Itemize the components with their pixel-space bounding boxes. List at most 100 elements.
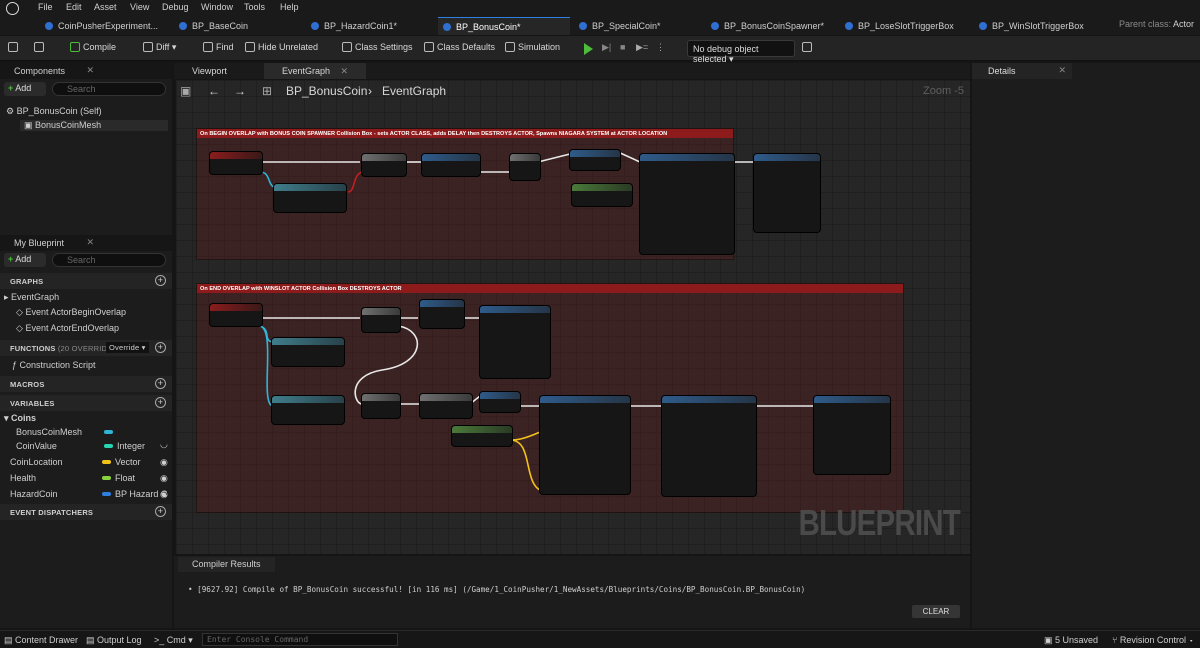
- node-delay[interactable]: [510, 154, 540, 180]
- variable-category-coins[interactable]: ▾ Coins: [4, 413, 36, 424]
- tab-compiler-results[interactable]: Compiler Results: [178, 557, 275, 572]
- node-print-string[interactable]: [480, 306, 550, 378]
- variable-health[interactable]: Health: [10, 473, 36, 483]
- console-command-input[interactable]: Enter Console Command: [202, 633, 398, 646]
- variable-bonuscoinmesh[interactable]: BonusCoinMesh: [16, 427, 82, 437]
- output-log-button[interactable]: ▤ Output Log: [86, 635, 142, 646]
- compile-button[interactable]: Compile: [70, 42, 116, 52]
- content-drawer-button[interactable]: ▤ Content Drawer: [4, 635, 78, 646]
- simulation-button[interactable]: Simulation: [505, 42, 560, 52]
- tab-bp-specialcoin[interactable]: BP_SpecialCoin*: [574, 17, 667, 35]
- graphs-section[interactable]: GRAPHS +: [0, 273, 172, 289]
- components-search-input[interactable]: Search: [52, 82, 166, 96]
- node-event-actor-end-overlap[interactable]: [210, 304, 262, 326]
- close-icon[interactable]: ✕: [1058, 65, 1066, 76]
- menu-file[interactable]: File: [38, 2, 53, 12]
- unreal-logo-icon[interactable]: [6, 2, 19, 15]
- close-icon[interactable]: ✕: [341, 66, 349, 76]
- revision-control-button[interactable]: ⑂ Revision Control ▾: [1112, 635, 1194, 645]
- add-dispatcher-icon[interactable]: +: [155, 506, 166, 517]
- node-cast[interactable]: [272, 396, 344, 424]
- event-dispatchers-section[interactable]: EVENT DISPATCHERS +: [0, 504, 172, 520]
- browse-icon[interactable]: [34, 42, 47, 52]
- tab-coinpusher-experiment[interactable]: CoinPusherExperiment...: [40, 17, 164, 35]
- unsaved-indicator[interactable]: ▣ 5 Unsaved: [1044, 635, 1098, 646]
- cmd-button[interactable]: >_ Cmd ▾: [154, 635, 193, 646]
- override-dropdown[interactable]: Override ▾: [106, 342, 149, 353]
- node-print-string[interactable]: [814, 396, 890, 474]
- tab-bp-bonuscoin[interactable]: BP_BonusCoin*: [438, 17, 570, 35]
- debug-object-select[interactable]: No debug object selected ▾: [687, 40, 795, 64]
- component-self[interactable]: ⚙ BP_BonusCoin (Self): [6, 106, 102, 117]
- step-icon[interactable]: ▶|: [602, 42, 611, 53]
- node-get-actor-location[interactable]: [572, 184, 632, 206]
- debug-filter-icon[interactable]: [802, 42, 815, 52]
- event-actor-end-overlap[interactable]: ◇ Event ActorEndOverlap: [16, 323, 119, 334]
- tab-bp-winslottriggerbox[interactable]: BP_WinSlotTriggerBox: [974, 17, 1090, 35]
- node-destroy-actor[interactable]: [480, 392, 520, 412]
- tab-bp-loseslottriggerbox[interactable]: BP_LoseSlotTriggerBox: [840, 17, 960, 35]
- tab-viewport[interactable]: Viewport: [174, 63, 245, 79]
- menu-edit[interactable]: Edit: [66, 2, 82, 12]
- parent-class-value[interactable]: Actor: [1173, 19, 1194, 29]
- find-button[interactable]: Find: [203, 42, 234, 52]
- tab-bp-hazardcoin1[interactable]: BP_HazardCoin1*: [306, 17, 403, 35]
- menu-window[interactable]: Window: [201, 2, 233, 12]
- eye-icon[interactable]: ◉: [160, 473, 168, 484]
- node-spawn-system-at-location[interactable]: [662, 396, 756, 496]
- add-variable-icon[interactable]: +: [155, 397, 166, 408]
- function-construction-script[interactable]: ƒ Construction Script: [12, 360, 96, 370]
- add-function-icon[interactable]: +: [155, 342, 166, 353]
- stop-icon[interactable]: ■: [620, 42, 625, 52]
- node-branch[interactable]: [362, 154, 406, 176]
- node-delay[interactable]: [420, 394, 472, 418]
- functions-section[interactable]: FUNCTIONS (20 OVERRIDABLE) Override ▾ +: [0, 340, 172, 356]
- my-blueprint-panel-header[interactable]: My Blueprint ✕: [0, 235, 172, 251]
- node-spawn-emitter-at-location[interactable]: [540, 396, 630, 494]
- menu-debug[interactable]: Debug: [162, 2, 189, 12]
- diff-button[interactable]: Diff ▾: [143, 42, 176, 53]
- node-cast[interactable]: [274, 184, 346, 212]
- save-icon[interactable]: [8, 42, 21, 52]
- variable-coinvalue[interactable]: CoinValue: [16, 441, 57, 451]
- node-spawn-system-at-location[interactable]: [640, 154, 734, 254]
- node-destroy-actor[interactable]: [420, 300, 464, 328]
- close-icon[interactable]: ✕: [86, 65, 94, 76]
- class-defaults-button[interactable]: Class Defaults: [424, 42, 495, 52]
- node-print-string[interactable]: [754, 154, 820, 232]
- menu-tools[interactable]: Tools: [244, 2, 265, 12]
- variables-section[interactable]: VARIABLES +: [0, 395, 172, 411]
- variable-coinlocation[interactable]: CoinLocation: [10, 457, 63, 467]
- component-bonuscoinmesh[interactable]: ▣ BonusCoinMesh: [20, 120, 168, 131]
- node-branch[interactable]: [362, 394, 400, 418]
- tab-bp-basecoin[interactable]: BP_BaseCoin: [174, 17, 254, 35]
- node-cast[interactable]: [272, 338, 344, 366]
- more-options-icon[interactable]: ⋮: [656, 42, 665, 53]
- event-actor-begin-overlap[interactable]: ◇ Event ActorBeginOverlap: [16, 307, 126, 318]
- hide-unrelated-button[interactable]: Hide Unrelated: [245, 42, 318, 52]
- my-blueprint-search-input[interactable]: Search: [52, 253, 166, 267]
- menu-view[interactable]: View: [130, 2, 149, 12]
- variable-hazardcoin[interactable]: HazardCoin: [10, 489, 58, 499]
- node-branch[interactable]: [362, 308, 400, 332]
- eject-icon[interactable]: ▶=: [636, 42, 648, 53]
- my-blueprint-add-button[interactable]: + Add: [4, 253, 46, 267]
- class-settings-button[interactable]: Class Settings: [342, 42, 413, 52]
- components-panel-header[interactable]: Components ✕: [0, 63, 172, 79]
- menu-help[interactable]: Help: [280, 2, 299, 12]
- node-event-actor-begin-overlap[interactable]: [210, 152, 262, 174]
- add-graph-icon[interactable]: +: [155, 275, 166, 286]
- components-add-button[interactable]: + Add: [4, 82, 46, 96]
- clear-button[interactable]: CLEAR: [912, 605, 960, 618]
- graph-eventgraph[interactable]: ▸ EventGraph: [4, 292, 59, 303]
- instance-editable-icon[interactable]: ◡: [160, 439, 168, 450]
- menu-asset[interactable]: Asset: [94, 2, 117, 12]
- tab-bp-bonuscoinspawner[interactable]: BP_BonusCoinSpawner*: [706, 17, 830, 35]
- node-get-actor-location[interactable]: [452, 426, 512, 446]
- node-destroy-actor[interactable]: [570, 150, 620, 170]
- eye-icon[interactable]: ◉: [160, 457, 168, 468]
- add-macro-icon[interactable]: +: [155, 378, 166, 389]
- tab-eventgraph[interactable]: EventGraph ✕: [264, 63, 367, 79]
- node-set-actor-class[interactable]: [422, 154, 480, 176]
- details-panel-header[interactable]: Details ✕: [972, 63, 1072, 79]
